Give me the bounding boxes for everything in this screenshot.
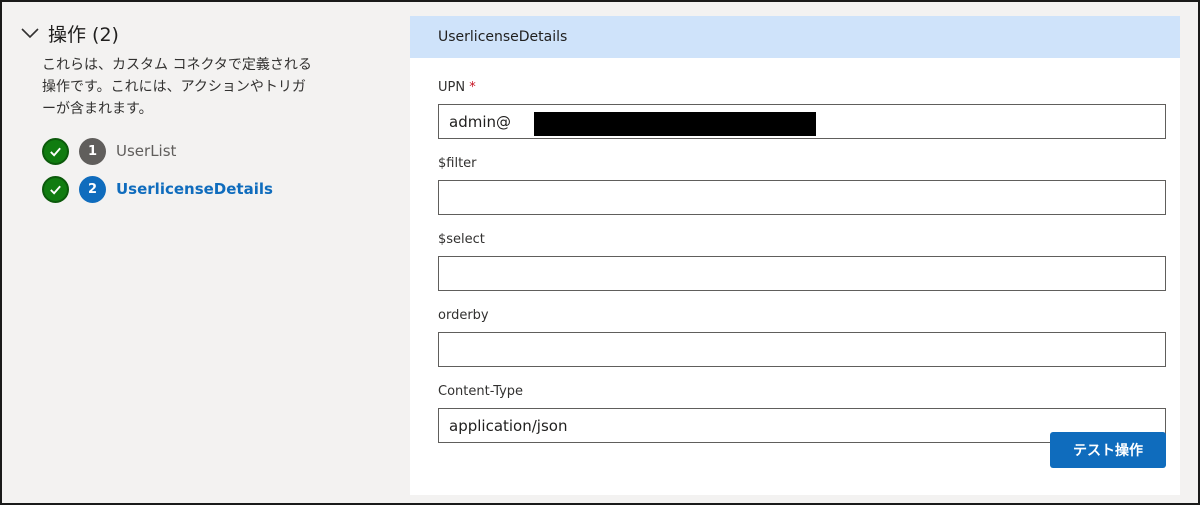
operations-sidebar: 操作 (2) これらは、カスタム コネクタで定義される操作です。これには、アクシ… — [20, 16, 400, 208]
upn-input-value: admin@ — [449, 112, 511, 131]
operation-label: UserlicenseDetails — [116, 180, 273, 198]
field-group-filter: $filter — [438, 154, 1180, 215]
filter-label: $filter — [438, 156, 477, 171]
required-mark: * — [469, 80, 476, 95]
upn-label-text: UPN — [438, 80, 466, 95]
operation-label: UserList — [116, 142, 177, 160]
check-icon — [42, 137, 69, 165]
orderby-input[interactable] — [438, 332, 1166, 367]
field-group-select: $select — [438, 230, 1180, 291]
operations-description: これらは、カスタム コネクタで定義される操作です。これには、アクションやトリガー… — [42, 57, 312, 117]
test-operation-button[interactable]: テスト操作 — [1050, 432, 1166, 468]
select-label: $select — [438, 232, 485, 247]
parameters-form: UPN * admin@ $filter $select orderby Con… — [410, 58, 1180, 443]
operations-section-toggle[interactable]: 操作 (2) — [20, 16, 400, 50]
field-group-orderby: orderby — [438, 306, 1180, 367]
redaction-block — [534, 112, 816, 136]
operations-section-title: 操作 (2) — [48, 23, 119, 46]
operations-list: 1 UserList 2 UserlicenseDetails — [42, 132, 400, 208]
operation-item-userlist[interactable]: 1 UserList — [42, 132, 400, 170]
check-icon — [42, 175, 69, 203]
chevron-down-icon — [21, 28, 39, 39]
field-group-upn: UPN * admin@ — [438, 78, 1180, 139]
filter-input[interactable] — [438, 180, 1166, 215]
orderby-label: orderby — [438, 308, 489, 323]
upn-input[interactable]: admin@ — [438, 104, 1166, 139]
panel-title: UserlicenseDetails — [410, 16, 1180, 58]
step-number-badge: 1 — [79, 137, 106, 165]
operation-item-userlicensedetails[interactable]: 2 UserlicenseDetails — [42, 170, 400, 208]
upn-label: UPN * — [438, 78, 1180, 98]
select-input[interactable] — [438, 256, 1166, 291]
step-number-badge: 2 — [79, 175, 106, 203]
content-type-label: Content-Type — [438, 384, 524, 399]
connector-operations-window: 操作 (2) これらは、カスタム コネクタで定義される操作です。これには、アクシ… — [0, 0, 1200, 505]
operation-test-panel: UserlicenseDetails UPN * admin@ $filter … — [410, 16, 1180, 495]
